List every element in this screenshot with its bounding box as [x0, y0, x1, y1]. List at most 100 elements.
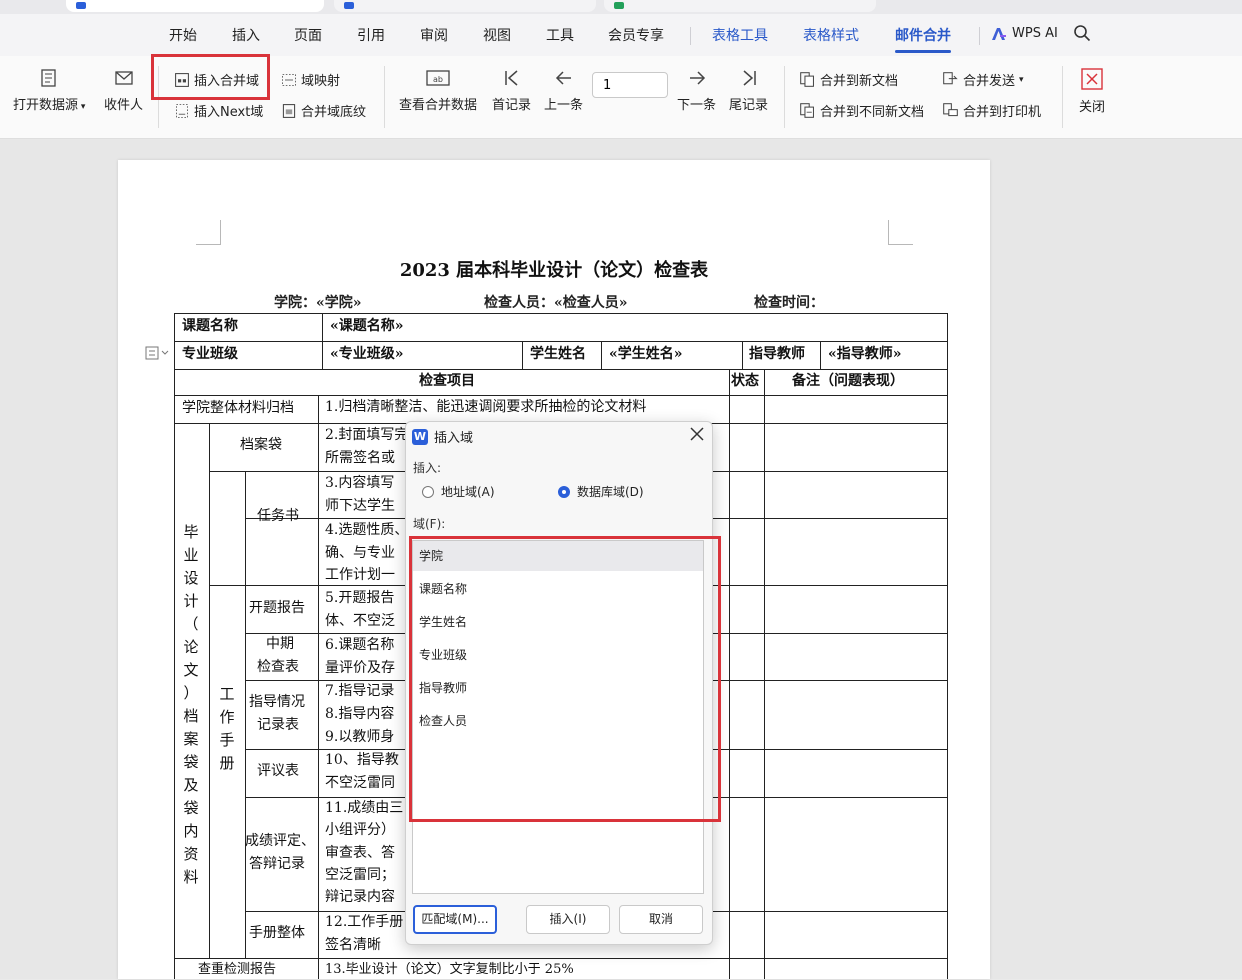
open-data-source-button[interactable]: 打开数据源 ▾ — [13, 68, 85, 113]
file-bag-label: 档案袋 — [240, 437, 282, 453]
last-record-label: 尾记录 — [729, 98, 769, 113]
recipients-label: 收件人 — [104, 98, 144, 113]
field-list-highlight — [409, 536, 721, 822]
field-mapping-button[interactable]: 域映射 — [281, 70, 340, 89]
menu-table-tools[interactable]: 表格工具 — [712, 25, 768, 45]
opening-report-label: 开题报告 — [249, 600, 305, 616]
last-record-button[interactable]: 尾记录 — [729, 68, 768, 113]
document-tab[interactable] — [66, 0, 324, 12]
margin-mark — [196, 220, 221, 245]
close-icon — [690, 427, 704, 441]
advisor-value[interactable]: «指导教师» — [828, 344, 902, 366]
menu-review[interactable]: 审阅 — [420, 25, 448, 45]
menu-separator-2 — [979, 27, 980, 45]
merge-new-doc-button[interactable]: 合并到新文档 — [799, 70, 898, 89]
college-material: 学院整体材料归档 — [182, 400, 294, 416]
radio-database-field[interactable]: 数据库域(D) — [558, 483, 644, 500]
arrow-right-icon — [689, 71, 705, 85]
plagiarism-label: 查重检测报告 — [198, 962, 277, 977]
menu-home[interactable]: 开始 — [169, 25, 197, 45]
merge-diff-docs-button[interactable]: 合并到不同新文档 — [799, 101, 924, 120]
menu-references[interactable]: 引用 — [357, 25, 385, 45]
record-number-input[interactable] — [592, 72, 668, 98]
row-11b: 小组评分） — [325, 822, 395, 838]
last-record-icon — [743, 70, 756, 86]
topic-value[interactable]: «课题名称» — [330, 316, 404, 338]
document-tab-2[interactable] — [334, 0, 596, 12]
row-12b: 签名清晰 — [325, 937, 381, 953]
data-source-icon — [41, 69, 56, 87]
first-record-button[interactable]: 首记录 — [492, 68, 531, 113]
radio-database-indicator — [558, 485, 570, 498]
arrow-left-icon — [555, 71, 571, 85]
margin-mark — [888, 220, 913, 245]
wps-ai-icon — [992, 27, 1006, 40]
menu-insert[interactable]: 插入 — [232, 25, 260, 45]
view-merged-data-label: 查看合并数据 — [399, 98, 478, 113]
close-mail-merge-button[interactable]: 关闭 — [1079, 68, 1105, 115]
wps-writer-icon: W — [412, 428, 428, 445]
close-icon — [1081, 68, 1103, 90]
insert-button[interactable]: 插入(I) — [526, 905, 610, 934]
menu-membership[interactable]: 会员专享 — [608, 25, 664, 45]
grading-label-b: 答辩记录 — [249, 856, 305, 872]
prev-record-label: 上一条 — [544, 98, 584, 113]
merge-send-button[interactable]: 合并发送 ▾ — [942, 70, 1024, 89]
search-icon — [1074, 25, 1091, 42]
row-5a: 5.开题报告 — [325, 590, 395, 606]
task-book-label: 任务书 — [257, 508, 299, 524]
browser-tab-strip — [0, 0, 1242, 14]
menu-mail-merge[interactable]: 邮件合并 — [895, 25, 951, 53]
wps-ai-button[interactable]: WPS AI — [991, 26, 1058, 41]
radio-address-field[interactable]: 地址域(A) — [422, 483, 495, 500]
view-merged-data-button[interactable]: ab 查看合并数据 — [399, 68, 477, 113]
ribbon-separator-4 — [1062, 66, 1063, 128]
prev-record-button[interactable]: 上一条 — [544, 68, 583, 113]
envelope-icon — [114, 71, 133, 85]
row-4c: 工作计划一 — [325, 567, 395, 583]
svg-text:ab: ab — [433, 75, 443, 84]
ribbon-separator-3 — [784, 66, 785, 128]
merge-new-doc-label: 合并到新文档 — [820, 74, 899, 89]
match-fields-button[interactable]: 匹配域(M)... — [413, 905, 497, 934]
dialog-close-button[interactable] — [690, 425, 704, 446]
fields-label: 域(F): — [413, 517, 446, 531]
cancel-button[interactable]: 取消 — [619, 905, 703, 934]
radio-database-label: 数据库域(D) — [577, 485, 644, 499]
spreadsheet-tab[interactable] — [604, 0, 876, 12]
close-label: 关闭 — [1079, 100, 1106, 115]
merge-field-shading-button[interactable]: 合并域底纹 — [281, 101, 366, 120]
insert-next-field-button[interactable]: 插入Next域 — [174, 101, 263, 120]
recipients-button[interactable]: 收件人 — [104, 68, 143, 113]
class-value[interactable]: «专业班级» — [330, 344, 404, 366]
document-title: 2023 届本科毕业设计（论文）检查表 — [399, 260, 709, 281]
table-move-handle[interactable] — [145, 346, 173, 363]
table-handle-icon — [145, 346, 169, 360]
insert-field-dialog: W 插入域 插入: 地址域(A) 数据库域(D) 域(F): 学院 课题名称 学… — [405, 421, 721, 945]
menu-tools[interactable]: 工具 — [546, 25, 574, 45]
student-value[interactable]: «学生姓名» — [609, 344, 683, 366]
row-11e: 辩记录内容 — [325, 889, 395, 905]
next-record-button[interactable]: 下一条 — [677, 68, 716, 113]
row-10a: 10、指导教 — [325, 752, 399, 768]
row-3a: 3.内容填写 — [325, 475, 395, 491]
menu-page[interactable]: 页面 — [294, 25, 322, 45]
advisor-label: 指导教师 — [749, 346, 805, 362]
midterm-label-a: 中期 — [266, 636, 294, 652]
topic-label: 课题名称 — [182, 318, 238, 334]
inspector-field: 检查人员：«检查人员» — [484, 295, 628, 311]
menu-table-style[interactable]: 表格样式 — [803, 25, 859, 45]
ribbon-toolbar: 打开数据源 ▾ 收件人 插入合并域 域映射 插入Next域 合并域底纹 ab 查… — [0, 54, 1242, 139]
printer-icon — [943, 103, 958, 117]
header-status: 状态 — [731, 373, 759, 389]
guidance-label-b: 记录表 — [257, 717, 299, 733]
row-8: 8.指导内容 — [325, 706, 395, 722]
row-11d: 空泛雷同； — [325, 867, 395, 883]
radio-address-indicator — [422, 485, 434, 498]
row-11c: 审查表、答 — [325, 845, 395, 861]
search-button[interactable] — [1073, 24, 1091, 46]
menu-view[interactable]: 视图 — [483, 25, 511, 45]
field-mapping-label: 域映射 — [301, 74, 341, 89]
merge-printer-button[interactable]: 合并到打印机 — [942, 101, 1041, 120]
row-9: 9.以教师身 — [325, 729, 395, 745]
